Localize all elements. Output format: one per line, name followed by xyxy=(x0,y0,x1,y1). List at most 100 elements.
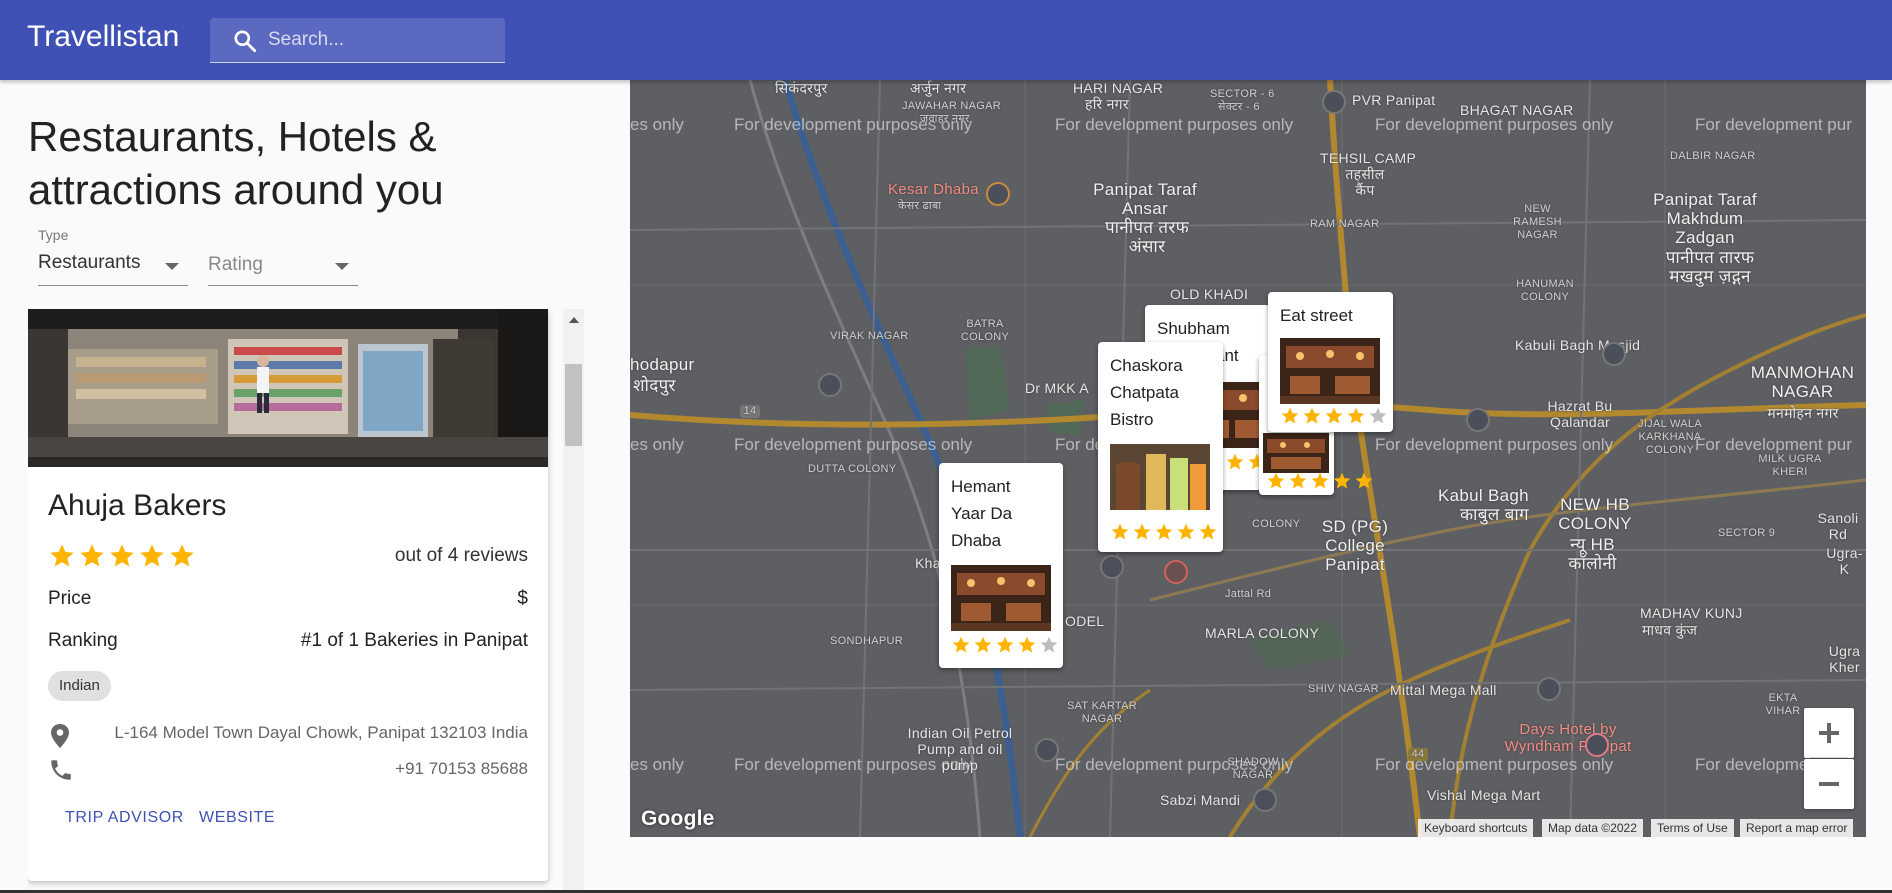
map-label: Kha xyxy=(915,555,941,571)
map-label: MILK UGRA KHERI xyxy=(1758,453,1822,478)
school-icon[interactable] xyxy=(818,373,842,397)
fuel-icon[interactable] xyxy=(1035,738,1059,762)
map-label: SECTOR - 6 xyxy=(1210,88,1275,100)
map-label: Ugra Kher xyxy=(1828,643,1861,675)
map-data-attribution: Map data ©2022 xyxy=(1542,819,1643,837)
map-label: काबुल बाग xyxy=(1460,505,1529,524)
map-label: Mittal Mega Mall xyxy=(1390,682,1497,698)
restaurant-icon[interactable] xyxy=(986,182,1010,206)
hospital-icon[interactable] xyxy=(1164,560,1188,584)
star-filled-icon xyxy=(996,636,1014,653)
terms-link[interactable]: Terms of Use xyxy=(1651,819,1734,837)
star-filled-icon xyxy=(50,544,74,567)
type-select-value: Restaurants xyxy=(38,252,141,273)
rating-select-placeholder: Rating xyxy=(208,254,263,275)
map-label: MADHAV KUNJ xyxy=(1640,605,1743,621)
cuisine-chip[interactable]: Indian xyxy=(48,671,111,701)
map-label: पानीपत तारफ मखदुम ज़द्गन xyxy=(1665,248,1755,286)
star-filled-icon xyxy=(1303,407,1321,424)
hotel-icon[interactable] xyxy=(1585,733,1609,757)
shopping-icon[interactable] xyxy=(1537,677,1561,701)
star-filled-icon xyxy=(1111,523,1129,540)
map-popup-eat-street[interactable]: Eat street xyxy=(1268,292,1393,432)
map-label: DUTTA COLONY xyxy=(808,463,897,475)
road-shield: 44 xyxy=(1408,748,1428,761)
star-filled-icon xyxy=(1311,472,1329,489)
map-label: SECTOR 9 xyxy=(1718,527,1776,539)
star-filled-icon xyxy=(170,544,194,567)
star-empty-icon xyxy=(1040,636,1058,653)
map-popup-chaskora[interactable]: Chaskora Chatpata Bistro xyxy=(1098,342,1223,552)
star-filled-icon xyxy=(1155,523,1173,540)
map-label: पानीपत तरफ अंसार xyxy=(1104,218,1190,256)
mosque-icon[interactable] xyxy=(1466,408,1490,432)
cinema-icon[interactable] xyxy=(1322,90,1346,114)
type-filter[interactable]: Type xyxy=(38,227,68,243)
star-filled-icon xyxy=(1018,636,1036,653)
zoom-in-button[interactable] xyxy=(1804,708,1854,758)
star-filled-icon xyxy=(1289,472,1307,489)
price-value: $ xyxy=(517,588,528,609)
zoom-out-button[interactable] xyxy=(1804,759,1854,809)
map-label: VIRAK NAGAR xyxy=(830,330,909,342)
type-select[interactable]: Restaurants xyxy=(38,252,188,286)
list-scrollbar[interactable] xyxy=(563,309,584,893)
map-label: Indian Oil Petrol Pump and oil pump xyxy=(907,725,1013,773)
map-label: BHAGAT NAGAR xyxy=(1460,102,1574,118)
report-error-link[interactable]: Report a map error xyxy=(1740,819,1854,837)
star-filled-icon xyxy=(1281,407,1299,424)
map-label: सिकंदरपुर xyxy=(775,80,828,96)
map-label: NEW RAMESH NAGAR xyxy=(1513,203,1562,241)
star-filled-icon xyxy=(1199,523,1217,540)
star-filled-icon xyxy=(1177,523,1195,540)
map-label: MARLA COLONY xyxy=(1205,625,1320,641)
star-filled-icon xyxy=(974,636,992,653)
map-label: EKTA VIHAR xyxy=(1765,692,1801,717)
star-filled-icon xyxy=(80,544,104,567)
type-label: Type xyxy=(38,227,69,243)
map-label: Panipat Taraf Makhdum Zadgan xyxy=(1653,190,1757,247)
tripadvisor-button[interactable]: TRIP ADVISOR xyxy=(65,809,184,827)
map-label: COLONY xyxy=(1252,518,1301,530)
popup-stars xyxy=(951,635,1061,655)
rating-select[interactable]: Rating xyxy=(208,254,358,286)
map-label: जवाहर नगर xyxy=(920,113,970,125)
google-logo[interactable]: Google xyxy=(641,807,715,831)
keyboard-shortcuts-link[interactable]: Keyboard shortcuts xyxy=(1418,819,1534,837)
website-button[interactable]: WEBSITE xyxy=(199,809,275,827)
road-shield: 14 xyxy=(740,405,760,418)
place-address: L-164 Model Town Dayal Chowk, Panipat 13… xyxy=(114,723,528,742)
places-list[interactable]: Ahuja Bakers out of 4 reviews Price $ Ra… xyxy=(28,309,584,893)
map-label: Sabzi Mandi xyxy=(1160,792,1241,808)
map-label: न्यू HB कॉलोनी xyxy=(1568,535,1617,573)
place-card: Ahuja Bakers out of 4 reviews Price $ Ra… xyxy=(28,309,548,881)
popup-stars xyxy=(1110,522,1220,542)
map-label: DALBIR NAGAR xyxy=(1670,150,1756,162)
map-label: SONDHAPUR xyxy=(830,635,903,647)
scroll-up-icon[interactable] xyxy=(569,317,579,323)
map-label: SAT KARTAR NAGAR xyxy=(1066,700,1138,725)
phone-icon xyxy=(51,760,71,780)
star-filled-icon xyxy=(1133,523,1151,540)
map-label: BATRA COLONY xyxy=(960,318,1010,343)
shopping-icon[interactable] xyxy=(1253,788,1277,812)
popup-name: Eat street xyxy=(1280,306,1353,325)
app-title[interactable]: Travellistan xyxy=(27,20,179,54)
popup-photo xyxy=(951,565,1051,631)
popup-stars xyxy=(1280,406,1390,426)
popup-photo xyxy=(1110,444,1210,510)
map-popup-hemant[interactable]: Hemant Yaar Da Dhaba xyxy=(939,463,1063,668)
search-icon xyxy=(234,30,257,53)
scroll-thumb[interactable] xyxy=(565,364,582,446)
place-phone: +91 70153 85688 xyxy=(395,759,528,778)
review-count: out of 4 reviews xyxy=(394,545,528,566)
search-input[interactable] xyxy=(268,18,498,62)
mosque-icon[interactable] xyxy=(1602,342,1626,366)
place-photo xyxy=(28,309,548,467)
search-box[interactable] xyxy=(210,18,505,63)
ranking-value: #1 of 1 Bakeries in Panipat xyxy=(300,630,528,651)
map[interactable]: es only For development purposes only Fo… xyxy=(630,80,1866,837)
map-label: सेक्टर - 6 xyxy=(1218,101,1260,113)
map-label: Jattal Rd xyxy=(1225,588,1272,600)
temple-icon[interactable] xyxy=(1100,555,1124,579)
